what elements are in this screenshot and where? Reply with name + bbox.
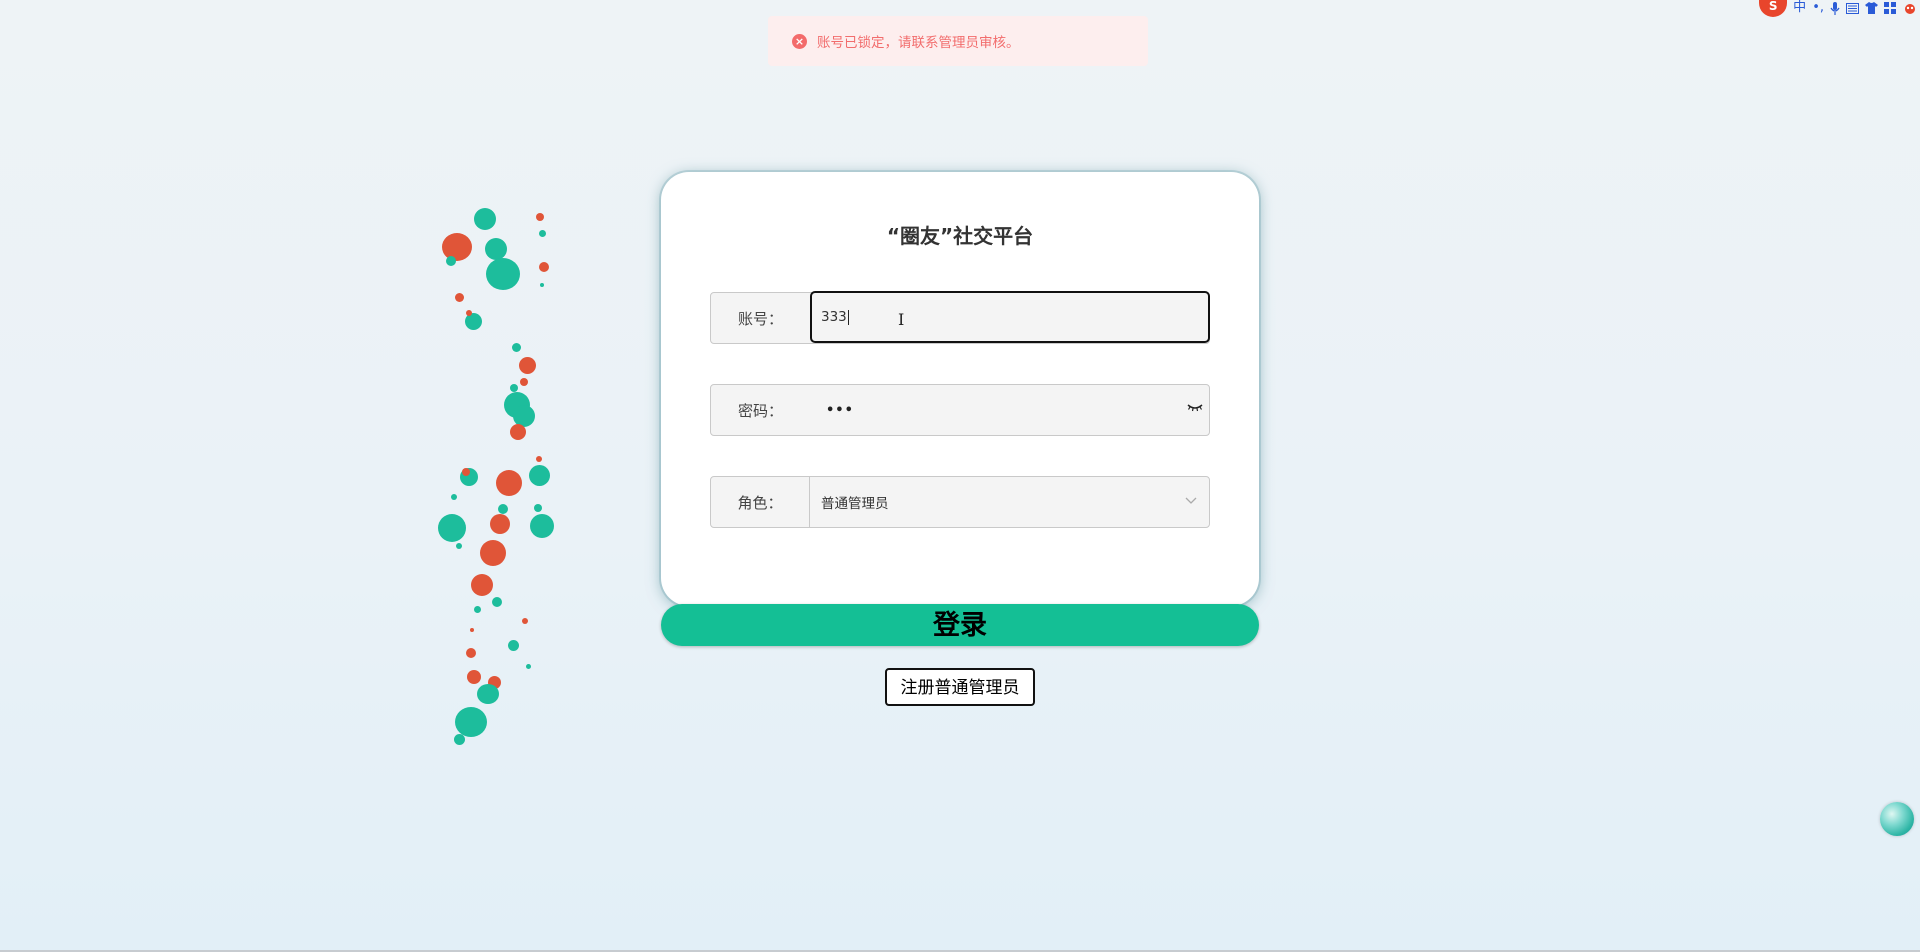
particle-dot bbox=[536, 456, 542, 462]
register-admin-button[interactable]: 注册普通管理员 bbox=[885, 668, 1035, 706]
particle-dot bbox=[467, 670, 481, 684]
ime-toolbar[interactable]: S 中 •, bbox=[1759, 0, 1920, 17]
shirt-icon[interactable] bbox=[1865, 2, 1878, 14]
particle-dot bbox=[510, 424, 526, 440]
particle-dot bbox=[477, 684, 499, 704]
password-input[interactable]: ••• bbox=[810, 403, 854, 418]
particle-dot bbox=[462, 468, 470, 476]
particle-dot bbox=[536, 213, 544, 221]
login-card: “圈友”社交平台 账号： 333 I 密码： ••• 角色： 普通管理员 bbox=[661, 172, 1259, 606]
floating-assistant-icon[interactable] bbox=[1880, 802, 1914, 836]
particle-dot bbox=[519, 357, 536, 374]
ime-mode-label[interactable]: 中 bbox=[1793, 1, 1806, 15]
role-label: 角色： bbox=[711, 477, 810, 527]
particle-dot bbox=[496, 470, 522, 496]
role-selected-value: 普通管理员 bbox=[821, 496, 889, 512]
toast-message: 账号已锁定，请联系管理员审核。 bbox=[817, 35, 1020, 51]
account-field: 账号： 333 I bbox=[710, 291, 1210, 344]
role-select[interactable]: 角色： 普通管理员 bbox=[710, 476, 1210, 528]
particle-dot bbox=[534, 504, 542, 512]
grid-icon[interactable] bbox=[1884, 2, 1896, 14]
particle-dot bbox=[456, 543, 462, 549]
particle-dot bbox=[539, 262, 549, 272]
particle-dot bbox=[512, 343, 521, 352]
ime-logo-icon[interactable]: S bbox=[1759, 0, 1788, 17]
text-caret bbox=[847, 309, 849, 325]
particle-dot bbox=[474, 606, 481, 613]
password-field[interactable]: 密码： ••• bbox=[710, 384, 1210, 436]
particle-dot bbox=[498, 504, 508, 514]
particle-dot bbox=[526, 664, 531, 669]
particle-dot bbox=[480, 540, 506, 566]
page-title: “圈友”社交平台 bbox=[886, 224, 1034, 248]
particle-dot bbox=[530, 514, 554, 538]
particle-dot bbox=[539, 230, 546, 237]
particle-dot bbox=[492, 597, 502, 607]
chevron-down-icon bbox=[1185, 497, 1197, 504]
ibeam-cursor-icon: I bbox=[898, 310, 905, 329]
particle-dot bbox=[438, 514, 466, 542]
particle-dot bbox=[490, 514, 510, 534]
error-toast: × 账号已锁定，请联系管理员审核。 bbox=[768, 16, 1148, 66]
particle-dot bbox=[455, 293, 464, 302]
login-button[interactable]: 登录 bbox=[661, 604, 1259, 646]
particle-dot bbox=[474, 208, 496, 230]
particle-dot bbox=[471, 574, 493, 596]
password-label: 密码： bbox=[737, 401, 783, 420]
particle-dot bbox=[470, 628, 474, 632]
particle-dot bbox=[455, 707, 487, 737]
particle-dot bbox=[486, 258, 520, 290]
keyboard-icon[interactable] bbox=[1846, 2, 1859, 14]
account-label: 账号： bbox=[737, 309, 783, 328]
particle-dot bbox=[529, 465, 550, 486]
particle-dot bbox=[451, 494, 457, 500]
particle-dot bbox=[508, 640, 519, 651]
error-circle-icon: × bbox=[792, 33, 807, 49]
particle-dot bbox=[446, 256, 456, 266]
particle-dot bbox=[466, 310, 472, 316]
eye-closed-icon[interactable] bbox=[1187, 401, 1203, 413]
account-input[interactable]: 333 I bbox=[810, 291, 1210, 343]
skin-icon[interactable] bbox=[1902, 2, 1918, 14]
mic-icon[interactable] bbox=[1830, 1, 1840, 15]
particle-dot bbox=[520, 378, 528, 386]
account-value: 333 bbox=[821, 309, 847, 325]
particle-dot bbox=[454, 734, 465, 745]
ime-punctuation-label[interactable]: •, bbox=[1812, 1, 1824, 15]
particle-dot bbox=[540, 283, 544, 287]
particle-dot bbox=[510, 384, 518, 392]
particle-dot bbox=[522, 618, 528, 624]
particle-dot bbox=[466, 648, 476, 658]
particle-dot bbox=[485, 238, 507, 260]
